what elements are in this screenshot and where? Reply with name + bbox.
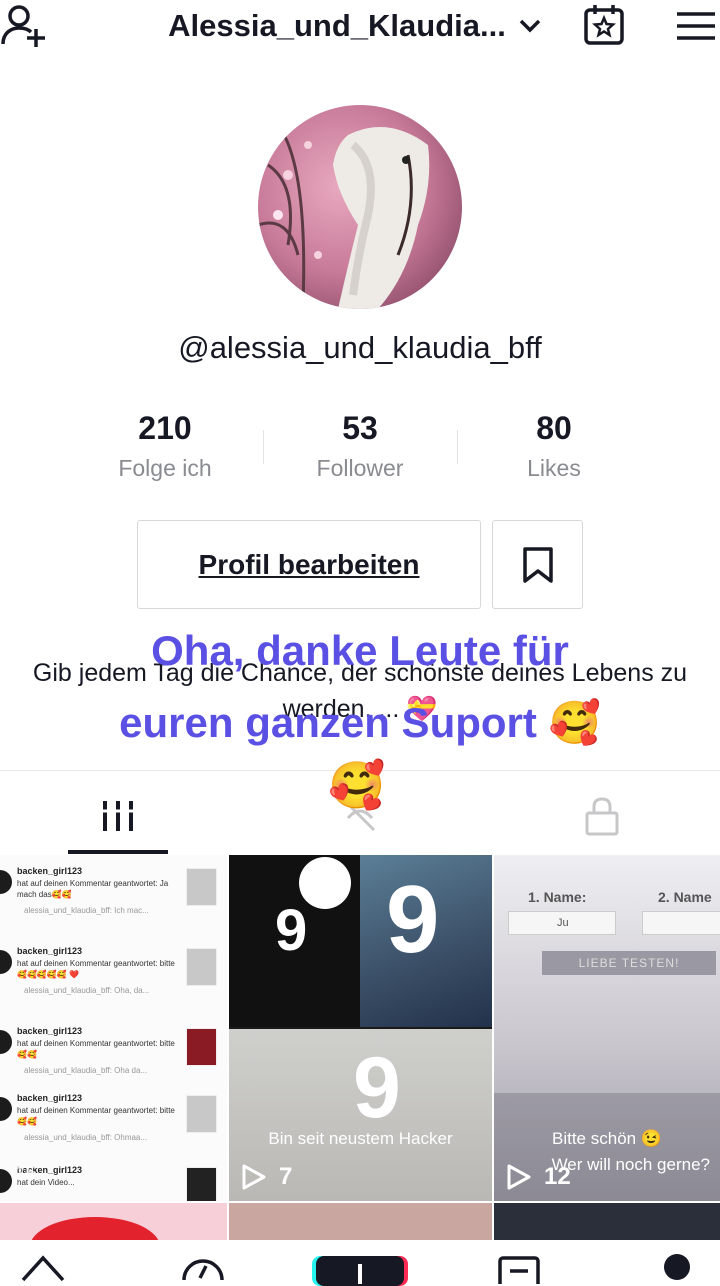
comment-user: backen_girl123 — [17, 866, 83, 876]
stat-divider — [263, 430, 264, 464]
view-count: 12 — [506, 1163, 571, 1191]
form-input: Ju — [508, 911, 616, 935]
avatar — [0, 1030, 12, 1054]
view-count: 7 — [241, 1163, 292, 1191]
comment-thumbnail — [186, 948, 217, 986]
video-panel: 9 — [229, 855, 360, 1027]
comment-thumbnail — [186, 1028, 217, 1066]
likes-stat[interactable]: 80 Likes — [459, 410, 649, 482]
overlay-caption: Oha, danke Leute für euren ganzen Suport… — [20, 615, 700, 759]
avatar[interactable] — [258, 105, 462, 309]
followers-count: 53 — [342, 410, 378, 446]
form-button: LIEBE TESTEN! — [542, 951, 716, 975]
view-count: 15 — [14, 1163, 36, 1186]
comment-notification: backen_girl123 hat auf deinen Kommentar … — [0, 1020, 225, 1095]
bookmark-button[interactable] — [492, 520, 583, 609]
comment-text: hat dein Video... — [17, 1178, 75, 1187]
active-tab-indicator — [68, 850, 168, 854]
comment-thumbnail — [186, 1167, 217, 1201]
grid-icon — [101, 801, 135, 831]
avatar — [0, 1097, 12, 1121]
comment-thumbnail — [186, 1095, 217, 1133]
comment-reply: alessia_und_klaudia_bff: Ich mac... — [24, 906, 149, 915]
profile-handle: @alessia_und_klaudia_bff — [178, 330, 542, 365]
calendar-icon[interactable] — [582, 2, 626, 46]
view-count-value: 7 — [279, 1163, 293, 1190]
edit-profile-button[interactable]: Profil bearbeiten — [137, 520, 481, 609]
overlay-line-2: euren ganzen Suport 🥰 — [119, 699, 601, 746]
following-count: 210 — [138, 410, 192, 446]
video-thumbnail-5[interactable] — [229, 1203, 492, 1243]
video-thumbnail-3[interactable]: 1. Name: 2. Name Ju LIEBE TESTEN! Bitte … — [494, 855, 720, 1201]
comment-user: backen_girl123 — [17, 946, 83, 956]
overlay-emoji: 🥰 — [328, 759, 386, 811]
comment-user: backen_girl123 — [17, 1093, 83, 1103]
video-thumbnail-1[interactable]: backen_girl123 hat auf deinen Kommentar … — [0, 855, 227, 1201]
plus-icon — [358, 1264, 362, 1284]
comment-text: hat auf deinen Kommentar geantwortet: bi… — [17, 1039, 175, 1059]
comment-notification: backen_girl123 hat auf deinen Kommentar … — [0, 1087, 225, 1162]
bottom-nav — [0, 1240, 720, 1286]
chevron-down-icon — [519, 19, 541, 33]
overlay-line-1: Oha, danke Leute für — [151, 627, 569, 674]
comment-reply: alessia_und_klaudia_bff: Oha, da... — [24, 986, 150, 995]
view-count-value: 15 — [14, 1163, 37, 1185]
comment-text: hat auf deinen Kommentar geantwortet: bi… — [17, 1106, 175, 1126]
following-label: Folge ich — [118, 455, 212, 481]
bookmark-icon — [522, 546, 553, 583]
view-count-value: 12 — [544, 1163, 571, 1190]
followers-stat[interactable]: 53 Follower — [265, 410, 455, 482]
menu-icon[interactable] — [674, 6, 718, 46]
add-user-icon[interactable] — [0, 0, 50, 50]
lock-icon — [585, 797, 619, 836]
comment-notification: backen_girl123 hat auf deinen Kommentar … — [0, 940, 225, 1015]
play-icon — [242, 1164, 266, 1190]
video-thumbnail-4[interactable] — [0, 1203, 227, 1243]
avatar — [0, 870, 12, 894]
followers-label: Follower — [316, 455, 404, 481]
comment-text: hat auf deinen Kommentar geantwortet: Ja… — [17, 879, 169, 899]
form-label-1: 1. Name: — [528, 889, 587, 905]
likes-count: 80 — [536, 410, 572, 446]
play-icon — [507, 1164, 531, 1190]
avatar — [0, 1169, 12, 1193]
comment-reply: alessia_und_klaudia_bff: Ohmaa... — [24, 1133, 148, 1142]
top-bar: Alessia_und_Klaudia... — [0, 0, 720, 60]
form-label-2: 2. Name — [658, 889, 712, 905]
form-input — [642, 911, 720, 935]
home-icon[interactable] — [20, 1252, 66, 1282]
video-panel: 9 — [360, 855, 492, 1027]
tab-videos[interactable] — [68, 781, 168, 851]
video-caption-line-1: Bitte schön 😉 — [552, 1129, 662, 1148]
tiktok-watermark-icon: 9 — [275, 898, 308, 963]
tab-private[interactable] — [552, 781, 652, 851]
following-stat[interactable]: 210 Folge ich — [70, 410, 260, 482]
stat-divider — [457, 430, 458, 464]
comment-text: hat auf deinen Kommentar geantwortet: bi… — [17, 959, 175, 979]
video-caption: Bin seit neustem Hacker — [268, 1129, 453, 1148]
account-switcher[interactable]: Alessia_und_Klaudia... — [140, 6, 570, 46]
video-thumbnail-2[interactable]: 9 9 9 Bin seit neustem Hacker 7 — [229, 855, 492, 1201]
account-name: Alessia_und_Klaudia... — [168, 8, 506, 43]
tiktok-watermark-icon: 9 — [386, 866, 440, 973]
avatar — [0, 950, 12, 974]
comment-thumbnail — [186, 868, 217, 906]
comment-notification: backen_girl123 hat auf deinen Kommentar … — [0, 860, 225, 935]
comment-user: backen_girl123 — [17, 1026, 83, 1036]
profile-tab-icon[interactable] — [664, 1254, 690, 1280]
discover-icon[interactable] — [180, 1252, 226, 1282]
tiktok-watermark-icon: 9 — [353, 1040, 401, 1136]
likes-label: Likes — [527, 455, 581, 481]
video-thumbnail-6[interactable] — [494, 1203, 720, 1243]
comment-reply: alessia_und_klaudia_bff: Oha da... — [24, 1066, 148, 1075]
create-button[interactable] — [316, 1256, 404, 1286]
